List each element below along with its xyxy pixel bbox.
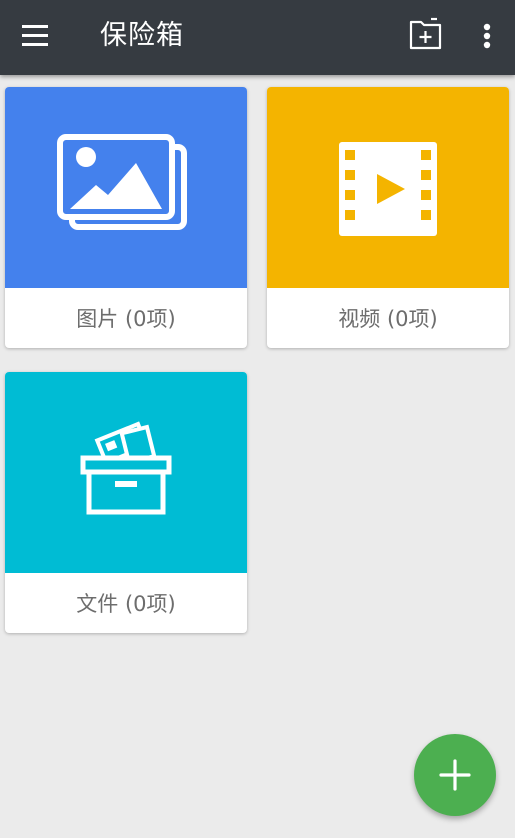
vault-card-label: 图片 (0项): [76, 307, 176, 331]
vault-card-photos[interactable]: 图片 (0项): [5, 87, 247, 348]
menu-button[interactable]: [10, 12, 62, 60]
file-box-icon: [80, 420, 172, 514]
videos-thumbnail: [267, 87, 509, 288]
more-vertical-icon: [483, 23, 491, 49]
photos-thumbnail: [5, 87, 247, 288]
video-icon: [339, 141, 437, 236]
new-folder-button[interactable]: [399, 10, 451, 62]
app-bar: 保险箱: [0, 0, 515, 75]
files-thumbnail: [5, 372, 247, 573]
vault-card-videos[interactable]: 视频 (0项): [267, 87, 509, 348]
page-title: 保险箱: [100, 20, 184, 51]
vault-card-label: 视频 (0项): [338, 307, 438, 331]
vault-card-files[interactable]: 文件 (0项): [5, 372, 247, 633]
add-folder-icon: [409, 17, 442, 50]
photos-icon: [57, 133, 187, 230]
plus-icon: [439, 759, 471, 791]
add-fab-button[interactable]: [414, 734, 496, 816]
vault-card-label: 文件 (0项): [76, 592, 176, 616]
more-options-button[interactable]: [468, 10, 506, 62]
hamburger-menu-icon: [22, 25, 48, 46]
